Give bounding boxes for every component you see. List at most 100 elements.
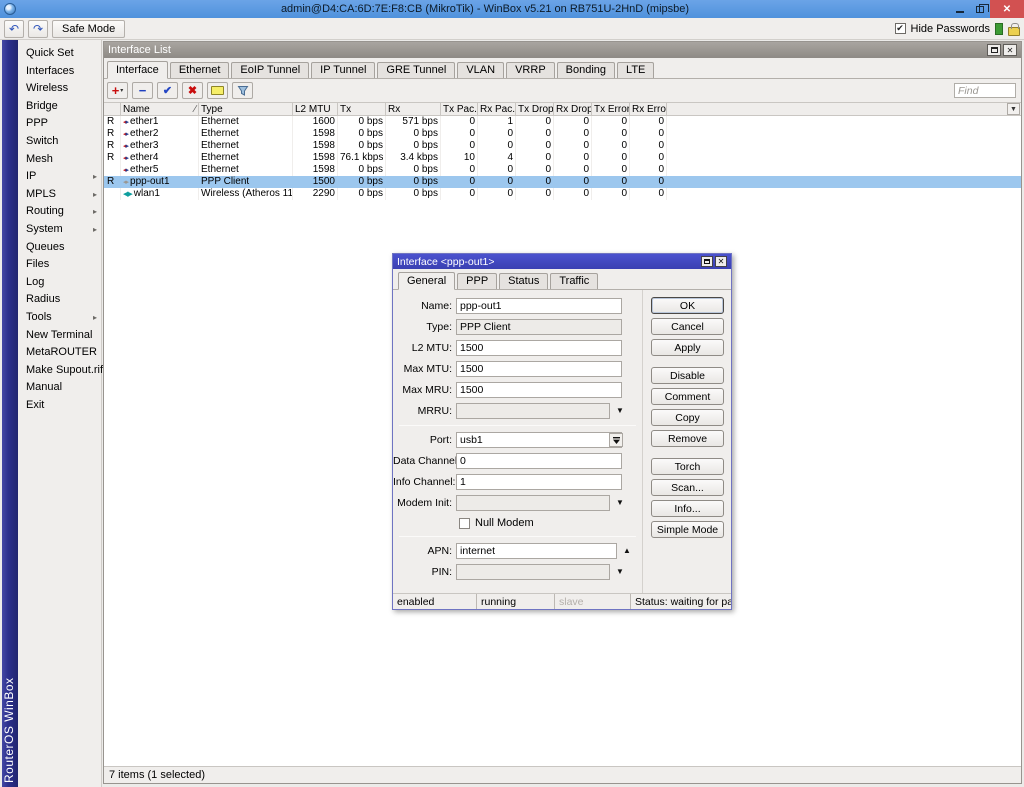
sidebar-item[interactable]: IP ▸ (18, 168, 101, 186)
interface-list-tab[interactable]: Interface (107, 61, 168, 79)
interface-list-tab[interactable]: Ethernet (170, 62, 230, 78)
dialog-action-button[interactable]: Disable (651, 367, 724, 384)
column-chooser-button[interactable]: ▼ (1007, 103, 1020, 115)
interface-list-restore-button[interactable] (987, 44, 1001, 56)
enable-interface-button[interactable]: ✔ (157, 82, 178, 99)
dialog-tab[interactable]: Traffic (550, 273, 598, 289)
table-row[interactable]: R ether4 Ethernet 1598 76.1 kbps 3.4 kbp… (104, 152, 1021, 164)
redo-button[interactable]: ↷ (28, 20, 48, 38)
info-channel-field[interactable] (456, 474, 622, 490)
dialog-action-button[interactable]: Apply (651, 339, 724, 356)
dialog-action-button[interactable]: Scan... (651, 479, 724, 496)
sidebar-item[interactable]: Tools ▸ (18, 309, 101, 327)
pin-field[interactable] (456, 564, 610, 580)
filter-button[interactable] (232, 82, 253, 99)
dialog-action-button[interactable]: OK (651, 297, 724, 314)
sidebar-item[interactable]: Switch (18, 133, 101, 151)
column-header-rxpackets[interactable]: Rx Pac... (478, 103, 516, 115)
dialog-action-button[interactable]: Cancel (651, 318, 724, 335)
column-header-type[interactable]: Type (199, 103, 293, 115)
dialog-tab[interactable]: Status (499, 273, 548, 289)
dialog-action-button[interactable]: Copy (651, 409, 724, 426)
column-header-rxerrors[interactable]: Rx Errors (630, 103, 667, 115)
sidebar-item[interactable]: System ▸ (18, 221, 101, 239)
mrru-field[interactable] (456, 403, 610, 419)
port-select-button[interactable] (609, 433, 623, 447)
column-header-txdrops[interactable]: Tx Drops (516, 103, 554, 115)
interface-list-tab[interactable]: VLAN (457, 62, 504, 78)
interface-list-tab[interactable]: GRE Tunnel (377, 62, 455, 78)
column-header-tx[interactable]: Tx (338, 103, 386, 115)
disable-interface-button[interactable]: ✖ (182, 82, 203, 99)
interface-list-tab[interactable]: LTE (617, 62, 654, 78)
l2mtu-field[interactable] (456, 340, 622, 356)
sidebar-item[interactable]: Files (18, 256, 101, 274)
sidebar-item[interactable]: MetaROUTER (18, 344, 101, 362)
interface-list-tab[interactable]: IP Tunnel (311, 62, 375, 78)
comment-button[interactable] (207, 82, 228, 99)
port-field[interactable] (456, 432, 622, 448)
sidebar-item[interactable]: Interfaces (18, 63, 101, 81)
modem-init-dropdown-icon[interactable]: ▼ (616, 499, 624, 507)
sidebar-item[interactable]: Queues (18, 239, 101, 257)
column-header-rx[interactable]: Rx (386, 103, 441, 115)
table-row[interactable]: R ppp-out1 PPP Client 1500 0 bps 0 bps 0… (104, 176, 1021, 188)
find-input[interactable] (954, 83, 1016, 98)
dialog-action-button[interactable]: Simple Mode (651, 521, 724, 538)
sidebar-item[interactable]: Radius (18, 291, 101, 309)
sidebar-item[interactable]: Wireless (18, 80, 101, 98)
interface-list-close-button[interactable]: ✕ (1003, 44, 1017, 56)
column-header-name[interactable]: Name ∕ (121, 103, 199, 115)
column-header-txpackets[interactable]: Tx Pac... (441, 103, 478, 115)
name-field[interactable] (456, 298, 622, 314)
sidebar-item[interactable]: Log (18, 274, 101, 292)
interface-list-tab[interactable]: VRRP (506, 62, 555, 78)
restore-button[interactable] (970, 0, 990, 18)
close-button[interactable]: ✕ (990, 0, 1024, 18)
apn-collapse-icon[interactable]: ▲ (623, 547, 631, 555)
column-header-txerrors[interactable]: Tx Errors (592, 103, 630, 115)
sidebar-item[interactable]: Mesh (18, 151, 101, 169)
pin-dropdown-icon[interactable]: ▼ (616, 568, 624, 576)
add-interface-button[interactable]: + ▾ (107, 82, 128, 99)
column-header-rxdrops[interactable]: Rx Drops (554, 103, 592, 115)
dialog-restore-button[interactable] (701, 256, 713, 267)
sidebar-item[interactable]: Quick Set (18, 45, 101, 63)
table-row[interactable]: ether5 Ethernet 1598 0 bps 0 bps 0 0 0 0… (104, 164, 1021, 176)
null-modem-checkbox[interactable] (459, 518, 470, 529)
table-row[interactable]: wlan1 Wireless (Atheros 11N) 2290 0 bps … (104, 188, 1021, 200)
hide-passwords-checkbox[interactable]: ✔ (895, 23, 906, 34)
dialog-tab[interactable]: PPP (457, 273, 497, 289)
column-header-l2mtu[interactable]: L2 MTU (293, 103, 338, 115)
undo-button[interactable]: ↶ (4, 20, 24, 38)
table-row[interactable]: R ether2 Ethernet 1598 0 bps 0 bps 0 0 0… (104, 128, 1021, 140)
sidebar-item[interactable]: Bridge (18, 98, 101, 116)
sidebar-item[interactable]: MPLS ▸ (18, 186, 101, 204)
sidebar-item[interactable]: Routing ▸ (18, 203, 101, 221)
mrru-dropdown-icon[interactable]: ▼ (616, 407, 624, 415)
max-mtu-field[interactable] (456, 361, 622, 377)
column-header-flags[interactable] (104, 103, 121, 115)
interface-list-tab[interactable]: EoIP Tunnel (231, 62, 309, 78)
dialog-action-button[interactable]: Info... (651, 500, 724, 517)
sidebar-item[interactable]: New Terminal (18, 327, 101, 345)
table-row[interactable]: R ether3 Ethernet 1598 0 bps 0 bps 0 0 0… (104, 140, 1021, 152)
interface-list-tab[interactable]: Bonding (557, 62, 615, 78)
remove-interface-button[interactable]: − (132, 82, 153, 99)
minimize-button[interactable] (950, 0, 970, 18)
modem-init-field[interactable] (456, 495, 610, 511)
data-channel-field[interactable] (456, 453, 622, 469)
dialog-tab[interactable]: General (398, 272, 455, 290)
sidebar-item[interactable]: PPP (18, 115, 101, 133)
sidebar-item[interactable]: Manual (18, 379, 101, 397)
dialog-close-button[interactable]: ✕ (715, 256, 727, 267)
sidebar-item[interactable]: Make Supout.rif (18, 362, 101, 380)
dialog-action-button[interactable]: Torch (651, 458, 724, 475)
sidebar-item[interactable]: Exit (18, 397, 101, 415)
apn-field[interactable] (456, 543, 617, 559)
dialog-action-button[interactable]: Remove (651, 430, 724, 447)
dialog-action-button[interactable]: Comment (651, 388, 724, 405)
table-row[interactable]: R ether1 Ethernet 1600 0 bps 571 bps 0 1… (104, 116, 1021, 128)
safe-mode-button[interactable]: Safe Mode (52, 20, 125, 38)
max-mru-field[interactable] (456, 382, 622, 398)
